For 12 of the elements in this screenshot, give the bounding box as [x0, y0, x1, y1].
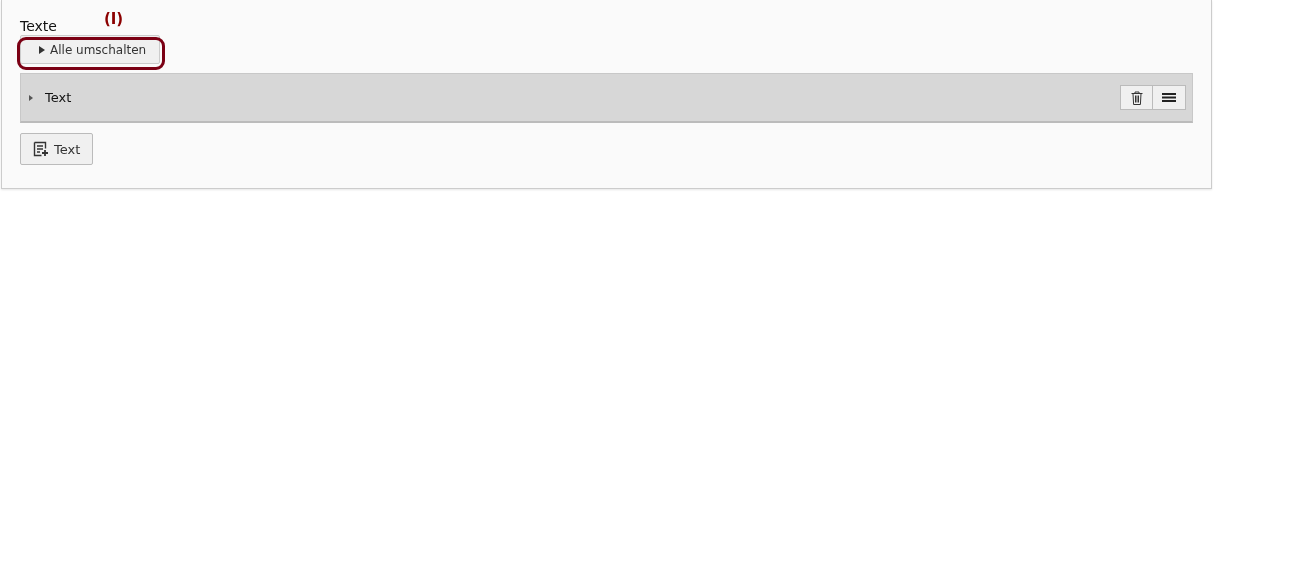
item-title: Text — [45, 90, 73, 105]
field-label: Texte — [20, 18, 57, 34]
menu-button[interactable] — [1153, 85, 1186, 110]
add-text-button[interactable]: Text — [20, 133, 94, 165]
trash-icon — [1130, 90, 1143, 105]
delete-button[interactable] — [1120, 85, 1153, 110]
collapsible-item-header[interactable]: Text — [20, 73, 1193, 123]
caret-icon[interactable] — [29, 94, 33, 101]
add-document-icon — [33, 141, 49, 157]
triangle-icon — [39, 45, 45, 54]
annotation-label: (I) — [103, 10, 124, 28]
menu-icon — [1162, 93, 1176, 102]
